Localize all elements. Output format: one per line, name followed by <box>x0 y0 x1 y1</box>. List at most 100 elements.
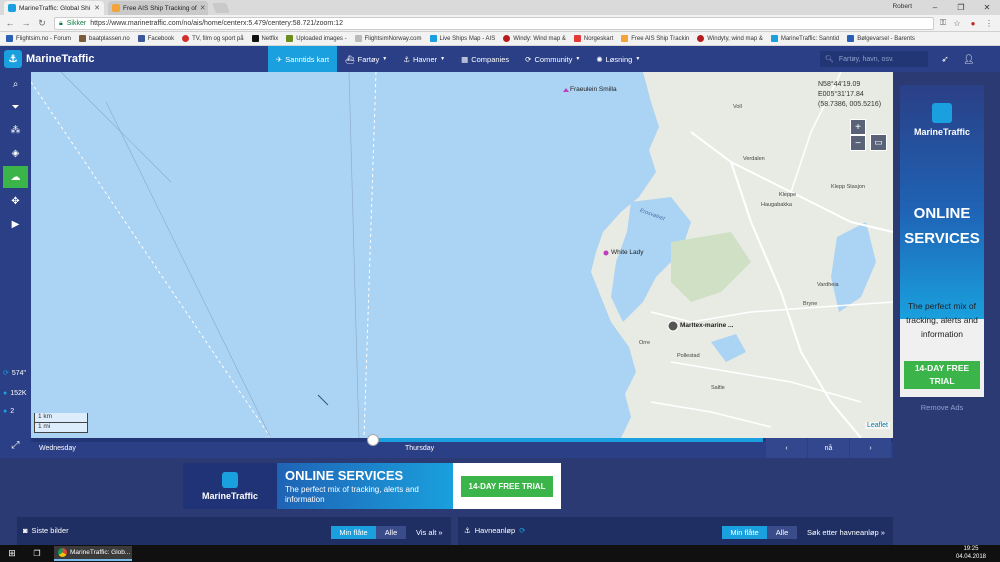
key-icon[interactable]: ⚿ <box>938 18 948 28</box>
place-label: Saltle <box>711 385 725 391</box>
close-tab-icon[interactable]: ✕ <box>200 4 206 12</box>
coordinate-readout: N58°44'19.09 E005°31'17.84 (58.7386, 005… <box>818 80 881 110</box>
play-icon[interactable]: ▶ <box>3 213 28 235</box>
bookmark-item[interactable]: Windyty, wind map & <box>695 35 769 42</box>
search-icon[interactable]: ⌕ <box>3 73 28 95</box>
nav-ports[interactable]: ⚓︎ Havner ▼ <box>395 46 453 72</box>
bookmark-item[interactable]: FlightsimNorway.com <box>353 35 428 42</box>
panel-header: ◙ Siste bilder <box>23 526 69 535</box>
search-port-calls-link[interactable]: Søk etter havneanløp » <box>807 528 885 537</box>
site-logo[interactable]: ⚓︎ MarineTraffic <box>4 50 94 68</box>
tab-title: MarineTraffic: Global Shi <box>19 4 91 12</box>
bookmark-item[interactable]: baatplassen.no <box>77 35 136 42</box>
task-view-icon[interactable]: ❐ <box>30 548 44 559</box>
vessel-marker[interactable] <box>603 250 609 256</box>
bookmark-item[interactable]: Norgeskart <box>572 35 619 42</box>
nav-vessels[interactable]: ⛴︎ Fartøy ▼ <box>337 46 395 72</box>
nav-live-map[interactable]: ✈︎ Sanntids kart <box>268 46 338 72</box>
my-fleet-tab[interactable]: Min flåte <box>722 526 767 539</box>
ad-title: ONLINE SERVICES <box>904 205 980 247</box>
tab-marinetraffic[interactable]: MarineTraffic: Global Shi ✕ <box>4 1 104 15</box>
refresh-icon: ⟳ <box>3 370 9 377</box>
place-label: Orre <box>639 340 650 346</box>
my-fleet-tab[interactable]: Min flåte <box>331 526 376 539</box>
user-icon[interactable]: 👤︎ <box>962 52 976 66</box>
menu-icon[interactable]: ⋮ <box>984 18 994 28</box>
minimize-icon[interactable]: – <box>922 0 948 15</box>
lock-icon: 🔒︎ <box>59 19 63 27</box>
port-label[interactable]: Marltex-marine ... <box>680 322 733 329</box>
address-field[interactable]: 🔒︎ Sikker https://www.marinetraffic.com/… <box>54 17 934 30</box>
stat-value: 574" <box>11 369 27 377</box>
bookmark-item[interactable]: Facebook <box>136 35 180 42</box>
nav-label: Sanntids kart <box>285 54 330 64</box>
bookmark-item[interactable]: MarineTraffic: Sanntid <box>769 35 845 42</box>
all-tab[interactable]: Alle <box>767 526 797 539</box>
reload-icon[interactable]: ↻ <box>36 17 48 29</box>
timeline-next-button[interactable]: › <box>849 438 891 458</box>
ad-trial-button[interactable]: 14-DAY FREE TRIAL <box>904 361 980 389</box>
back-icon[interactable]: ← <box>4 17 16 29</box>
fleet-icon[interactable]: ⁂ <box>3 119 28 141</box>
map-layers-button[interactable]: ▭ <box>870 134 887 151</box>
taskbar-chrome-app[interactable]: MarineTraffic: Glob... <box>54 546 132 561</box>
vessel-marker[interactable] <box>563 88 569 92</box>
window-close-icon[interactable]: ✕ <box>974 0 1000 15</box>
main-nav: ✈︎ Sanntids kart ⛴︎ Fartøy ▼ ⚓︎ Havner ▼ ▦ Com… <box>268 46 648 72</box>
extension-icon[interactable]: ● <box>968 18 978 28</box>
panel-title: Siste bilder <box>31 526 69 535</box>
live-map[interactable]: Fraeulein Smilla White Lady Marltex-mari… <box>31 72 893 438</box>
bookmark-item[interactable]: TV, film og sport på <box>180 35 249 42</box>
bookmark-item[interactable]: Free AIS Ship Trackin <box>619 35 695 42</box>
remove-ads-link[interactable]: Remove Ads <box>900 403 984 412</box>
refresh-icon[interactable]: ⟳ <box>519 526 525 535</box>
bookmark-item[interactable]: Flightsim.no - Forum <box>4 35 77 42</box>
bottom-ad-banner[interactable]: MarineTraffic ONLINE SERVICES The perfec… <box>183 463 561 509</box>
banner-content: ONLINE SERVICES The perfect mix of track… <box>277 463 453 509</box>
vessel-label[interactable]: White Lady <box>611 249 644 256</box>
send-icon[interactable]: ➶ <box>938 52 952 66</box>
weather-icon[interactable]: ☁︎ <box>3 166 28 188</box>
tab-title: Free AIS Ship Tracking of <box>123 4 197 12</box>
vessel-label[interactable]: Fraeulein Smilla <box>570 86 617 93</box>
tab-free-ais[interactable]: Free AIS Ship Tracking of ✕ <box>108 1 208 15</box>
taskbar-clock[interactable]: 19:25 04.04.2018 <box>956 546 986 561</box>
place-label: Bryne <box>803 301 818 307</box>
restore-icon[interactable]: ❐ <box>948 0 974 15</box>
profile-name[interactable]: Robert <box>892 3 912 10</box>
bookmark-item[interactable]: Netflix <box>250 35 285 42</box>
search-input[interactable]: 🔍︎ Fartøy, havn, osv. <box>820 51 928 67</box>
windows-start-icon[interactable]: ⊞ <box>6 548 18 559</box>
nav-community[interactable]: ⟳ Community ▼ <box>517 46 588 72</box>
filter-icon[interactable]: ⏷ <box>3 96 28 118</box>
forward-icon[interactable]: → <box>20 17 32 29</box>
nav-label: Løsning <box>605 54 633 64</box>
right-ad-banner[interactable]: MarineTraffic ONLINE SERVICES The perfec… <box>900 85 984 397</box>
close-tab-icon[interactable]: ✕ <box>94 4 100 12</box>
new-tab-button[interactable] <box>212 3 230 13</box>
timeline-prev-button[interactable]: ‹ <box>765 438 807 458</box>
bookmark-item[interactable]: Uploaded images - <box>284 35 352 42</box>
show-all-link[interactable]: Vis alt » <box>416 528 443 537</box>
nav-solutions[interactable]: ✺ Løsning ▼ <box>588 46 648 72</box>
info-icon: ● <box>3 408 8 415</box>
scale-km: 1 km <box>34 413 88 423</box>
bookmark-label: Bølgevarsel - Barents <box>857 35 915 42</box>
bookmark-item[interactable]: Bølgevarsel - Barents <box>845 35 921 42</box>
layers-icon[interactable]: ◈ <box>3 142 28 164</box>
measure-icon[interactable]: ✥ <box>3 190 28 212</box>
bookmark-item[interactable]: Windy: Wind map & <box>501 35 572 42</box>
nav-companies[interactable]: ▦ Companies <box>453 46 517 72</box>
timeline-handle[interactable] <box>367 434 379 446</box>
port-marker[interactable] <box>667 320 679 332</box>
star-icon[interactable]: ☆ <box>952 18 962 28</box>
banner-trial-button[interactable]: 14-DAY FREE TRIAL <box>460 475 554 497</box>
fullscreen-icon[interactable]: ⤢ <box>3 434 28 456</box>
leaflet-attribution[interactable]: Leaflet <box>864 422 890 429</box>
timeline-now-button[interactable]: nå <box>807 438 849 458</box>
zoom-out-button[interactable]: − <box>850 135 866 151</box>
banner-title: ONLINE SERVICES <box>285 468 404 483</box>
bookmark-item[interactable]: Live Ships Map - AIS <box>428 35 502 42</box>
all-tab[interactable]: Alle <box>376 526 406 539</box>
zoom-in-button[interactable]: + <box>850 119 866 135</box>
